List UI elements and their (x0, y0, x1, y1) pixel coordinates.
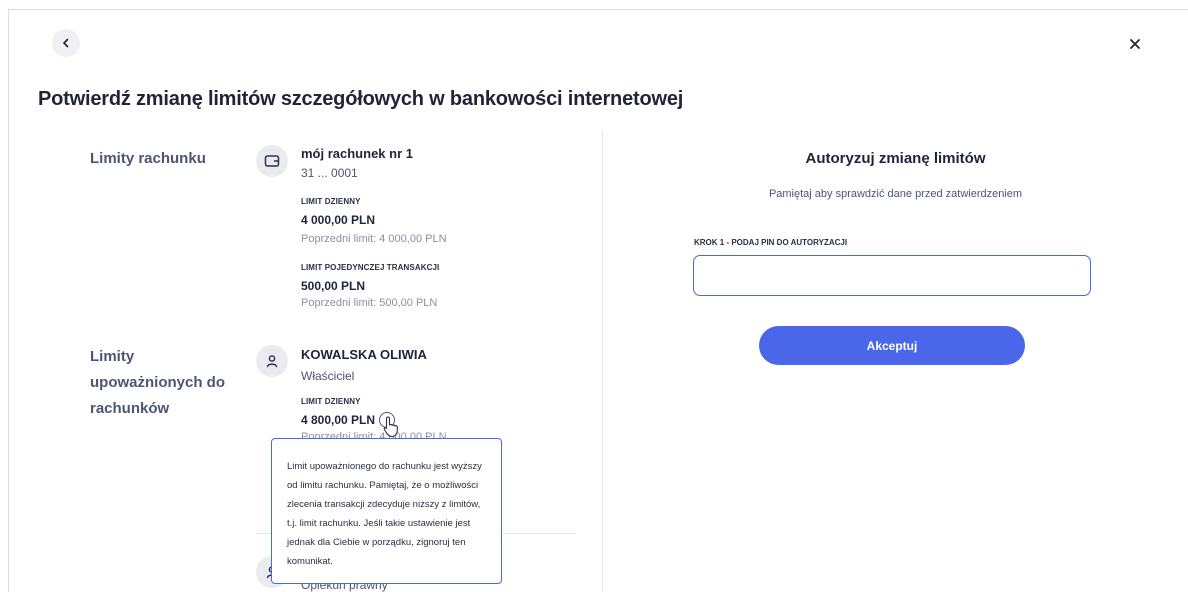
close-icon (1130, 39, 1140, 49)
chevron-left-icon (63, 38, 69, 48)
daily-limit-amount: 4 000,00 PLN (301, 213, 376, 227)
accept-button[interactable]: Akceptuj (759, 326, 1025, 365)
authorized-daily-amount: 4 800,00 PLN (301, 413, 376, 427)
authorized-limits-label: Limity upoważnionych do rachunków (90, 348, 225, 417)
column-divider (602, 131, 603, 592)
account-name: mój rachunek nr 1 (301, 146, 413, 161)
auth-subtitle: Pamiętaj aby sprawdzić dane przed zatwie… (768, 188, 1023, 200)
pin-step-label: KROK 1 - PODAJ PIN DO AUTORYZACJI (694, 238, 848, 247)
close-button[interactable] (1121, 30, 1149, 58)
pin-input[interactable] (693, 255, 1091, 296)
pointer-cursor-icon (383, 416, 398, 438)
auth-title: Autoryzuj zmianę limitów (805, 150, 986, 167)
single-transaction-amount: 500,00 PLN (301, 279, 366, 293)
single-transaction-previous: Poprzedni limit: 500,00 PLN (301, 297, 438, 309)
authorized-person-name: KOWALSKA OLIWIA (301, 347, 427, 362)
account-limits-label: Limity rachunku (90, 150, 206, 167)
daily-limit-previous: Poprzedni limit: 4 000,00 PLN (301, 233, 447, 245)
limit-warning-tooltip: Limit upoważnionego do rachunku jest wyż… (271, 438, 502, 584)
person-icon (256, 345, 288, 377)
authorized-person-role: Właściciel (301, 369, 355, 383)
daily-limit-caption: LIMIT DZIENNY (301, 197, 361, 206)
single-transaction-caption: LIMIT POJEDYNCZEJ TRANSAKCJI (301, 263, 440, 272)
back-button[interactable] (52, 29, 80, 57)
authorized-daily-caption: LIMIT DZIENNY (301, 397, 361, 406)
wallet-icon (256, 145, 288, 177)
page-title: Potwierdź zmianę limitów szczegółowych w… (38, 88, 684, 110)
account-number: 31 ... 0001 (301, 166, 358, 180)
